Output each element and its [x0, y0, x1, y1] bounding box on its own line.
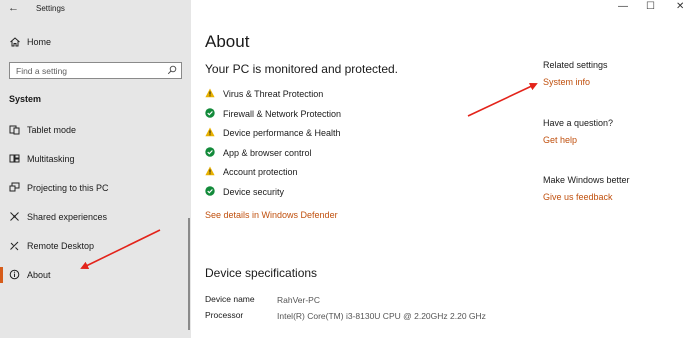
- info-icon: [9, 269, 20, 280]
- home-icon: [10, 37, 20, 47]
- window-title: Settings: [36, 4, 65, 13]
- spec-value: RahVer-PC: [277, 295, 320, 305]
- maximize-button[interactable]: ☐: [646, 1, 655, 12]
- protection-status-heading: Your PC is monitored and protected.: [205, 62, 399, 76]
- status-label: Account protection: [223, 167, 298, 178]
- sidebar-item-projecting[interactable]: Projecting to this PC: [0, 176, 188, 200]
- close-button[interactable]: ✕: [676, 1, 684, 12]
- status-label: Firewall & Network Protection: [223, 108, 342, 119]
- get-help-link[interactable]: Get help: [543, 135, 613, 145]
- search-box[interactable]: [9, 62, 182, 79]
- sidebar-item-about[interactable]: About: [0, 263, 188, 287]
- status-label: Virus & Threat Protection: [223, 89, 324, 99]
- warning-icon: [205, 127, 215, 137]
- check-icon: [205, 107, 215, 118]
- shared-experiences-icon: [10, 212, 19, 221]
- spec-value: Intel(R) Core(TM) i3-8130U CPU @ 2.20GHz…: [277, 311, 486, 321]
- sidebar-item-tablet-mode[interactable]: Tablet mode: [0, 118, 188, 142]
- warning-icon: [205, 166, 215, 176]
- section-header: System: [9, 94, 42, 104]
- related-settings-header: Related settings: [543, 60, 608, 70]
- search-input[interactable]: [16, 65, 166, 76]
- home-label: Home: [27, 37, 52, 47]
- search-icon[interactable]: [167, 65, 177, 75]
- sidebar-item-label: Multitasking: [27, 154, 75, 164]
- sidebar-item-label: Projecting to this PC: [27, 183, 109, 193]
- sidebar-item-shared-experiences[interactable]: Shared experiences: [0, 205, 188, 229]
- system-info-link[interactable]: System info: [543, 77, 608, 87]
- remote-desktop-icon: [10, 241, 19, 251]
- sidebar: ← Settings Home System Tablet mode Multi…: [0, 0, 191, 338]
- titlebar-left: ← Settings: [0, 0, 191, 20]
- give-feedback-link[interactable]: Give us feedback: [543, 192, 630, 202]
- check-icon: [205, 147, 215, 157]
- sidebar-item-label: Shared experiences: [27, 212, 108, 222]
- main-pane: — ☐ ✕ About Your PC is monitored and pro…: [191, 0, 700, 338]
- window-controls: — ☐ ✕: [610, 0, 700, 16]
- sidebar-item-label: About: [27, 270, 51, 280]
- related-settings: Related settings System info: [543, 60, 608, 87]
- sidebar-item-remote-desktop[interactable]: Remote Desktop: [0, 234, 188, 258]
- feedback-section: Make Windows better Give us feedback: [543, 175, 630, 202]
- page-title: About: [205, 32, 250, 51]
- tablet-icon: [9, 125, 20, 135]
- back-button[interactable]: ←: [8, 2, 19, 14]
- active-indicator: [0, 267, 3, 283]
- windows-defender-link[interactable]: See details in Windows Defender: [205, 210, 338, 220]
- spec-key: Device name: [205, 294, 255, 304]
- sidebar-item-multitasking[interactable]: Multitasking: [0, 147, 188, 171]
- multitasking-icon: [9, 154, 20, 163]
- better-header: Make Windows better: [543, 175, 630, 185]
- sidebar-item-label: Remote Desktop: [27, 241, 95, 251]
- check-icon: [205, 186, 215, 196]
- help-section: Have a question? Get help: [543, 118, 613, 145]
- status-label: Device performance & Health: [223, 128, 341, 139]
- projecting-icon: [9, 182, 20, 192]
- sidebar-scrollbar[interactable]: [188, 218, 190, 330]
- warning-icon: [205, 88, 215, 98]
- spec-key: Processor: [205, 310, 244, 320]
- sidebar-item-label: Tablet mode: [27, 125, 77, 135]
- device-specs-heading: Device specifications: [205, 266, 318, 280]
- question-header: Have a question?: [543, 118, 614, 128]
- home-nav-item[interactable]: Home: [0, 32, 191, 54]
- minimize-button[interactable]: —: [618, 1, 628, 12]
- status-label: App & browser control: [223, 147, 312, 158]
- status-label: Device security: [223, 186, 285, 197]
